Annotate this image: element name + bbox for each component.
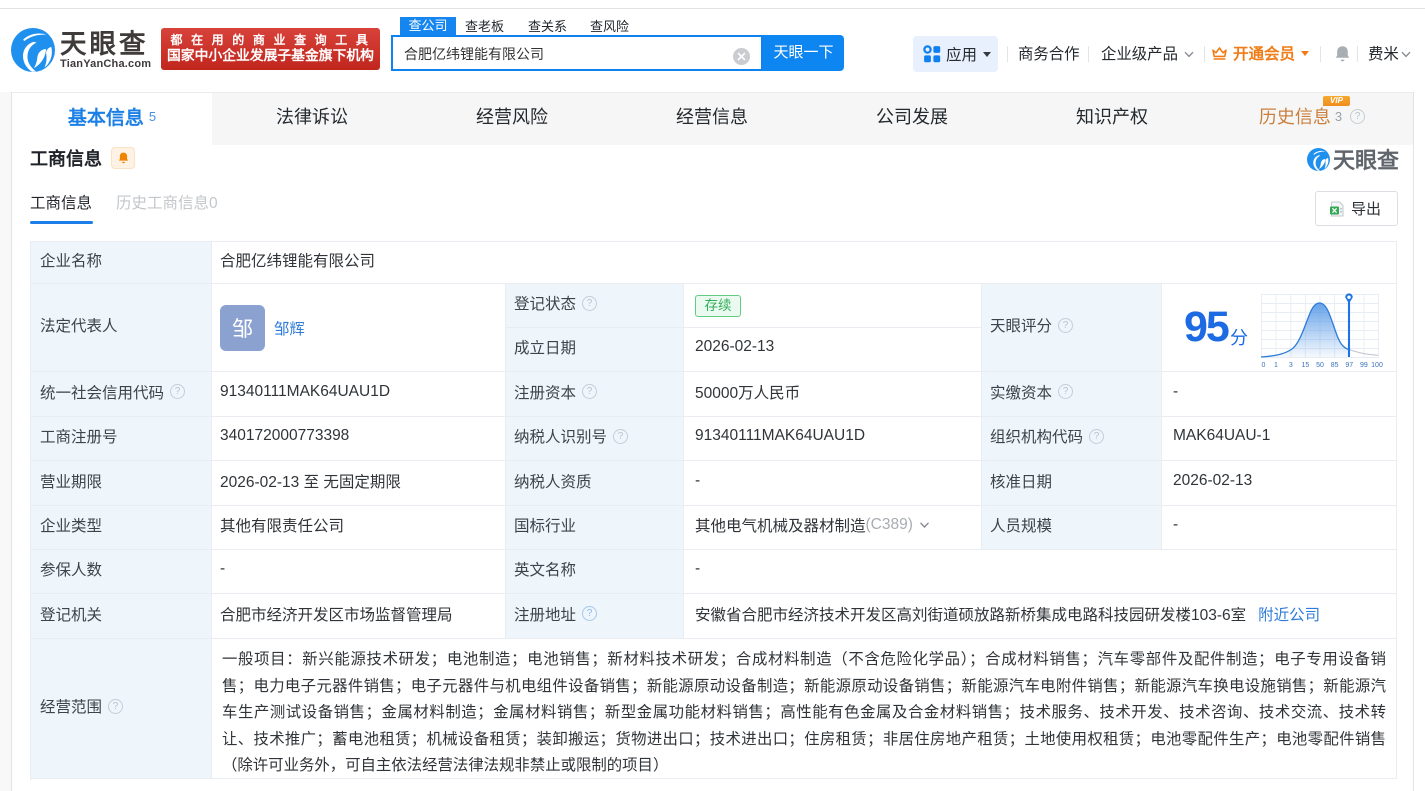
svg-text:99: 99: [1360, 362, 1368, 368]
svg-text:85: 85: [1331, 362, 1339, 368]
svg-text:0: 0: [1262, 362, 1266, 368]
svg-text:1: 1: [1274, 362, 1278, 368]
svg-text:3: 3: [1289, 362, 1293, 368]
svg-text:50: 50: [1316, 362, 1324, 368]
svg-text:100: 100: [1371, 362, 1383, 368]
svg-text:97: 97: [1345, 362, 1353, 368]
svg-text:15: 15: [1302, 362, 1310, 368]
